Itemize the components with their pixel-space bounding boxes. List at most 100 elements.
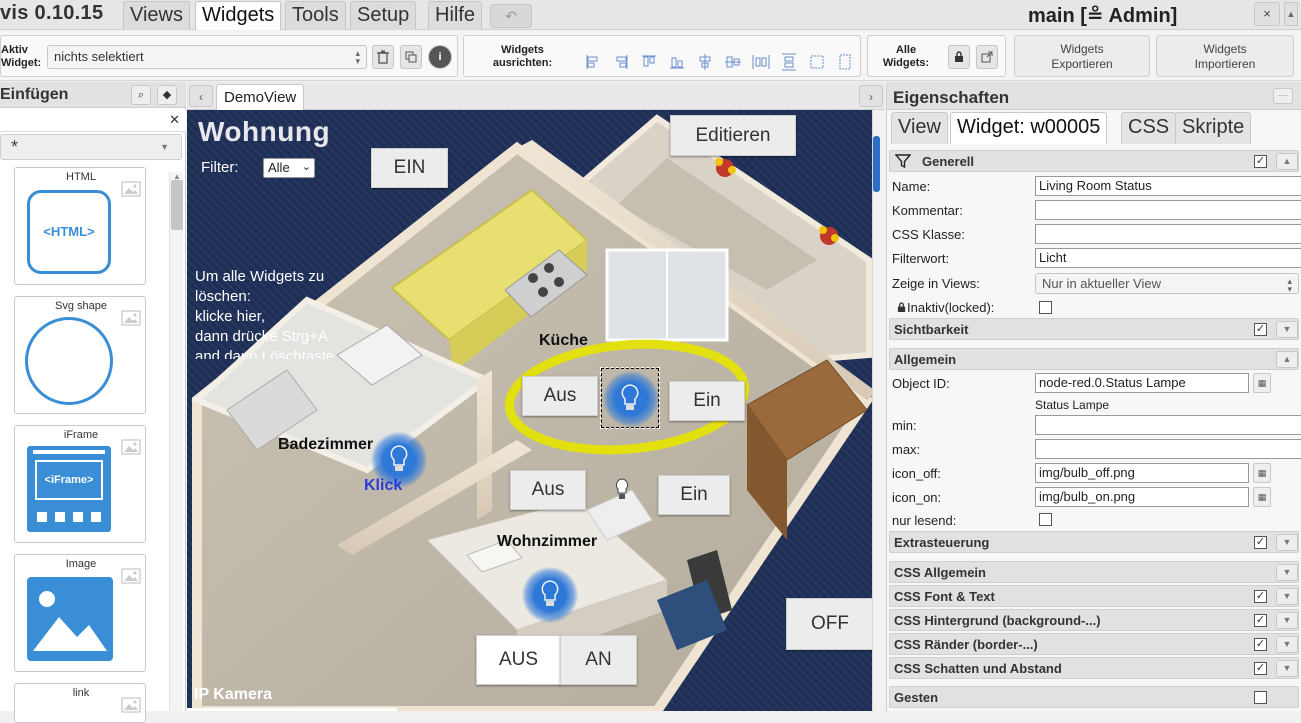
section-extrasteuerung-checkbox[interactable]: ✓ (1254, 536, 1267, 549)
export-widgets-button[interactable]: Widgets Exportieren (1014, 35, 1150, 77)
tag-icon[interactable]: ◆ (157, 85, 177, 105)
section-css-font-checkbox[interactable]: ✓ (1254, 590, 1267, 603)
menu-tab-hilfe[interactable]: Hilfe (428, 1, 483, 30)
delete-widget-icon[interactable] (372, 45, 394, 69)
scroll-up-icon[interactable]: ▲ (1284, 2, 1298, 26)
section-sichtbarkeit-checkbox[interactable]: ✓ (1254, 323, 1267, 336)
align-bottom-icon[interactable] (668, 53, 686, 71)
same-height-icon[interactable] (836, 53, 854, 71)
search-icon[interactable]: ⌕ (131, 85, 151, 105)
section-allgemein[interactable]: Allgemein ▲ (889, 348, 1299, 370)
distribute-horizontal-icon[interactable] (752, 53, 770, 71)
palette-item-link[interactable]: link (14, 683, 146, 723)
view-canvas[interactable]: Wohnung Filter: Alle ⌄ Editieren EIN Um … (187, 110, 872, 711)
section-css-background[interactable]: CSS Hintergrund (background-...) ✓ ▼ (889, 609, 1299, 631)
chevron-down-icon[interactable]: ▼ (1276, 612, 1298, 629)
section-sichtbarkeit[interactable]: Sichtbarkeit ✓ ▼ (889, 318, 1299, 340)
tab-skripte[interactable]: Skripte (1175, 112, 1252, 144)
living-room-bulb[interactable] (522, 567, 578, 623)
section-css-shadow-checkbox[interactable]: ✓ (1254, 662, 1267, 675)
bathroom-click-label[interactable]: Klick (364, 477, 402, 495)
palette-scroll-thumb[interactable] (171, 180, 183, 230)
section-generell-checkbox[interactable]: ✓ (1254, 155, 1267, 168)
palette-item-svg-shape[interactable]: Svg shape (14, 296, 146, 414)
icon-off-field[interactable]: img/bulb_off.png (1035, 463, 1249, 483)
palette-item-iframe[interactable]: iFrame <iFrame> (14, 425, 146, 543)
name-field[interactable]: Living Room Status (1035, 176, 1301, 196)
section-css-border[interactable]: CSS Ränder (border-...) ✓ ▼ (889, 633, 1299, 655)
max-field[interactable] (1035, 439, 1301, 459)
off-button[interactable]: OFF (786, 598, 872, 650)
tab-view[interactable]: View (891, 112, 948, 144)
kitchen-on-button[interactable]: Ein (669, 381, 745, 421)
external-link-icon[interactable] (976, 45, 998, 69)
same-width-icon[interactable] (808, 53, 826, 71)
align-right-icon[interactable] (612, 53, 630, 71)
align-top-icon[interactable] (640, 53, 658, 71)
distribute-vertical-icon[interactable] (780, 53, 798, 71)
section-css-font[interactable]: CSS Font & Text ✓ ▼ (889, 585, 1299, 607)
edit-button[interactable]: Editieren (670, 115, 796, 156)
icon-on-field[interactable]: img/bulb_on.png (1035, 487, 1249, 507)
comment-field[interactable] (1035, 200, 1301, 220)
undo-button[interactable]: ↶ (490, 4, 532, 28)
import-widgets-button[interactable]: Widgets Importieren (1156, 35, 1294, 77)
select-icon-on-icon[interactable]: ▦ (1253, 487, 1271, 507)
locked-checkbox[interactable] (1039, 301, 1052, 314)
palette-item-image[interactable]: Image (14, 554, 146, 672)
an-button[interactable]: AN (560, 635, 637, 685)
close-button[interactable]: × (1254, 2, 1280, 26)
ein-button[interactable]: EIN (371, 148, 448, 188)
select-object-id-icon[interactable]: ▦ (1253, 373, 1271, 393)
canvas-scrollbar[interactable] (872, 110, 885, 711)
chevron-down-icon[interactable]: ▼ (1276, 636, 1298, 653)
palette-filter-input[interactable]: ✕ (0, 110, 186, 132)
show-in-views-select[interactable]: Nur in aktueller View ▴ ▾ (1035, 273, 1299, 294)
palette-scrollbar[interactable]: ▲ (169, 172, 183, 711)
select-icon-off-icon[interactable]: ▦ (1253, 463, 1271, 483)
min-field[interactable] (1035, 415, 1301, 435)
filter-word-field[interactable]: Licht (1035, 248, 1301, 268)
tabs-next-icon[interactable]: › (859, 85, 883, 107)
clear-filter-icon[interactable]: ✕ (169, 112, 180, 128)
aus-button[interactable]: AUS (476, 635, 561, 685)
tab-css[interactable]: CSS (1121, 112, 1177, 144)
palette-category-select[interactable]: * ▼ (0, 134, 182, 160)
chevron-down-icon[interactable]: ▼ (1276, 588, 1298, 605)
section-css-background-checkbox[interactable]: ✓ (1254, 614, 1267, 627)
tab-widget[interactable]: Widget: w00005 (950, 112, 1108, 144)
kitchen-off-button[interactable]: Aus (522, 376, 598, 416)
section-css-shadow[interactable]: CSS Schatten und Abstand ✓ ▼ (889, 657, 1299, 679)
kitchen-bulb-selected[interactable] (600, 367, 660, 429)
palette-item-html[interactable]: HTML <HTML> (14, 167, 146, 285)
css-class-field[interactable] (1035, 224, 1301, 244)
menu-tab-tools[interactable]: Tools (285, 1, 346, 30)
tab-demoview[interactable]: DemoView (216, 84, 305, 110)
chevron-down-icon[interactable]: ▼ (1276, 564, 1298, 581)
section-gesten-checkbox[interactable] (1254, 691, 1267, 704)
active-widget-select[interactable]: nichts selektiert ▴ ▾ (47, 45, 367, 69)
readonly-checkbox[interactable] (1039, 513, 1052, 526)
chevron-down-icon[interactable]: ▼ (1276, 321, 1298, 338)
copy-widget-icon[interactable] (400, 45, 422, 69)
align-center-horizontal-icon[interactable] (724, 53, 742, 71)
chevron-down-icon[interactable]: ▼ (1276, 660, 1298, 677)
section-generell[interactable]: Generell ✓ ▲ (889, 150, 1299, 172)
align-left-icon[interactable] (584, 53, 602, 71)
chevron-up-icon[interactable]: ▲ (1276, 351, 1298, 368)
section-gesten[interactable]: Gesten (889, 686, 1299, 708)
collapse-panel-icon[interactable]: ··· (1273, 88, 1293, 104)
align-center-vertical-icon[interactable] (696, 53, 714, 71)
object-id-field[interactable]: node-red.0.Status Lampe (1035, 373, 1249, 393)
info-icon[interactable]: i (428, 45, 452, 69)
lock-icon[interactable] (948, 45, 970, 69)
living-off-button[interactable]: Aus (510, 470, 586, 510)
menu-tab-setup[interactable]: Setup (350, 1, 417, 30)
tabs-prev-icon[interactable]: ‹ (189, 85, 213, 107)
menu-tab-widgets[interactable]: Widgets (195, 1, 282, 30)
chevron-down-icon[interactable]: ▼ (1276, 534, 1298, 551)
section-css-border-checkbox[interactable]: ✓ (1254, 638, 1267, 651)
section-extrasteuerung[interactable]: Extrasteuerung ✓ ▼ (889, 531, 1299, 553)
view-filter-select[interactable]: Alle ⌄ (263, 158, 315, 178)
menu-tab-views[interactable]: Views (123, 1, 190, 30)
